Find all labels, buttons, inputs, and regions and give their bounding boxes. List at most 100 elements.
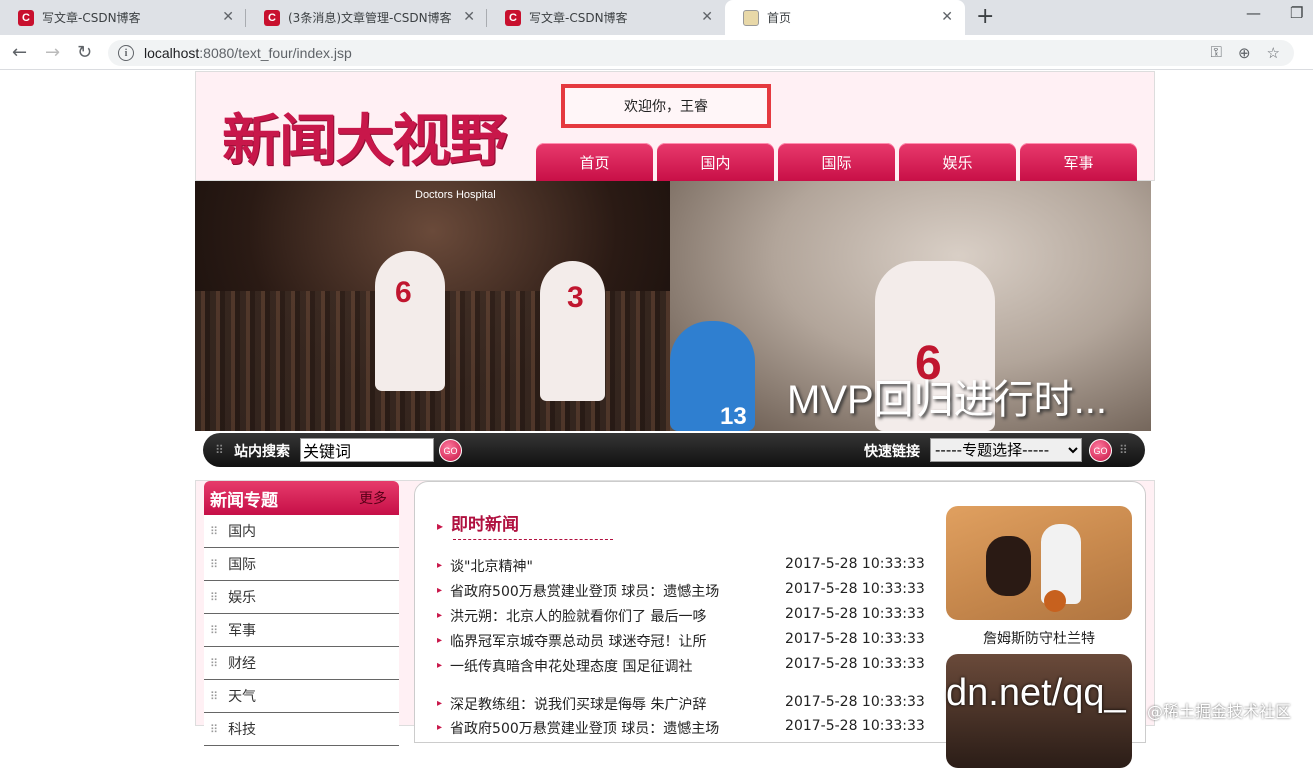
- topic-select[interactable]: -----专题选择-----: [930, 438, 1082, 462]
- news-date: 2017-5-28 10:33:33: [785, 656, 925, 672]
- quick-link-label: 快速链接: [864, 444, 920, 460]
- address-bar-row: ← → ↻ i localhost:8080/text_four/index.j…: [0, 35, 1313, 70]
- player-figure: [375, 251, 445, 391]
- news-item[interactable]: ▸ 洪元朔：北京人的脸就看你们了 最后一哆 2017-5-28 10:33:33: [437, 606, 927, 626]
- news-link[interactable]: 一纸传真暗含申花处理态度 国足征调社: [450, 656, 785, 676]
- back-icon[interactable]: ←: [12, 42, 27, 63]
- news-date: 2017-5-28 10:33:33: [785, 606, 925, 622]
- zoom-icon[interactable]: ⊕: [1238, 44, 1251, 62]
- close-icon[interactable]: ✕: [941, 9, 953, 25]
- browser-tab-2[interactable]: C (3条消息)文章管理-CSDN博客 ✕: [246, 0, 487, 35]
- sidebar-item-label: 国际: [228, 557, 257, 573]
- site-header: 新闻大视野 欢迎你，王睿 首页 国内 国际 娱乐 军事: [195, 71, 1155, 181]
- topic-sidebar: 新闻专题 更多 ⠿ 国内 ⠿ 国际 ⠿ 娱乐 ⠿ 军事 ⠿ 财经 ⠿ 天气 ⠿ 科技: [204, 481, 399, 746]
- news-photo[interactable]: [946, 506, 1132, 620]
- sidebar-item-label: 娱乐: [228, 590, 257, 606]
- arrow-icon: ▸: [437, 698, 443, 709]
- banner-caption: MVP回归进行时...: [787, 378, 1108, 422]
- sidebar-item-label: 财经: [228, 656, 257, 672]
- csdn-favicon-icon: C: [264, 9, 280, 26]
- key-icon[interactable]: ⚿: [1211, 44, 1222, 62]
- search-go-button[interactable]: GO: [439, 439, 462, 462]
- reload-icon[interactable]: ↻: [77, 42, 92, 63]
- browser-tab-active[interactable]: 首页 ✕: [725, 0, 965, 35]
- sidebar-item[interactable]: ⠿ 国际: [204, 548, 399, 581]
- news-item[interactable]: ▸ 省政府500万悬赏建业登顶 球员：遗憾主场 2017-5-28 10:33:33: [437, 581, 927, 601]
- news-link[interactable]: 省政府500万悬赏建业登顶 球员：遗憾主场: [450, 718, 785, 738]
- new-tab-icon[interactable]: +: [976, 4, 994, 29]
- news-item[interactable]: ▸ 深足教练组：说我们买球是侮辱 朱广沪辞 2017-5-28 10:33:33: [437, 694, 927, 714]
- close-icon[interactable]: ✕: [463, 9, 475, 25]
- news-date: 2017-5-28 10:33:33: [785, 581, 925, 597]
- sidebar-item[interactable]: ⠿ 财经: [204, 647, 399, 680]
- photo-caption: 詹姆斯防守杜兰特: [983, 631, 1095, 647]
- close-icon[interactable]: ✕: [701, 9, 713, 25]
- more-link[interactable]: 更多: [359, 488, 387, 508]
- restore-icon[interactable]: ❐: [1290, 4, 1303, 22]
- search-bar: ⠿ 站内搜索 GO 快速链接 -----专题选择----- GO ⠿: [203, 433, 1145, 467]
- jersey-number: 13: [720, 403, 747, 430]
- info-icon[interactable]: i: [118, 45, 134, 61]
- tab-title: 写文章-CSDN博客: [42, 11, 141, 25]
- jersey-number: 3: [567, 281, 584, 314]
- news-date: 2017-5-28 10:33:33: [785, 718, 925, 734]
- watermark-site: @稀土掘金技术社区: [1147, 702, 1292, 721]
- site-logo[interactable]: 新闻大视野: [222, 96, 508, 177]
- main-nav: 首页 国内 国际 娱乐 军事: [536, 143, 1137, 181]
- sidebar-item[interactable]: ⠿ 娱乐: [204, 581, 399, 614]
- csdn-favicon-icon: C: [505, 9, 521, 26]
- news-item[interactable]: ▸ 一纸传真暗含申花处理态度 国足征调社 2017-5-28 10:33:33: [437, 656, 927, 676]
- nav-item-home[interactable]: 首页: [536, 143, 653, 181]
- title-divider: [453, 539, 613, 540]
- nav-item-military[interactable]: 军事: [1020, 143, 1137, 181]
- browser-tab-1[interactable]: C 写文章-CSDN博客 ✕: [0, 0, 246, 35]
- news-item[interactable]: ▸ 省政府500万悬赏建业登顶 球员：遗憾主场 2017-5-28 10:33:33: [437, 718, 927, 738]
- sidebar-item[interactable]: ⠿ 天气: [204, 680, 399, 713]
- close-icon[interactable]: ✕: [222, 9, 234, 25]
- url-field[interactable]: i localhost:8080/text_four/index.jsp ⚿ ⊕…: [108, 40, 1294, 66]
- forward-icon[interactable]: →: [45, 42, 60, 63]
- news-date: 2017-5-28 10:33:33: [785, 556, 925, 572]
- hero-banner[interactable]: Doctors Hospital 6 3 6 13 MVP回归进行时...: [195, 181, 1151, 431]
- news-link[interactable]: 临界冠军京城夺票总动员 球迷夺冠！让所: [450, 631, 785, 651]
- grip-icon: ⠿: [210, 689, 219, 703]
- sidebar-item-label: 军事: [228, 623, 257, 639]
- sidebar-item-label: 国内: [228, 524, 257, 540]
- tab-title: 写文章-CSDN博客: [529, 11, 628, 25]
- search-label: 站内搜索: [234, 444, 290, 460]
- browser-tab-bar: C 写文章-CSDN博客 ✕ C (3条消息)文章管理-CSDN博客 ✕ C 写…: [0, 0, 1313, 35]
- news-link[interactable]: 深足教练组：说我们买球是侮辱 朱广沪辞: [450, 694, 785, 714]
- news-link[interactable]: 洪元朔：北京人的脸就看你们了 最后一哆: [450, 606, 785, 626]
- browser-tab-3[interactable]: C 写文章-CSDN博客 ✕: [487, 0, 725, 35]
- news-item[interactable]: ▸ 临界冠军京城夺票总动员 球迷夺冠！让所 2017-5-28 10:33:33: [437, 631, 927, 651]
- sidebar-header: 新闻专题 更多: [204, 481, 399, 515]
- minimize-icon[interactable]: —: [1246, 4, 1261, 22]
- nav-item-domestic[interactable]: 国内: [657, 143, 774, 181]
- grip-icon: ⠿: [210, 623, 219, 637]
- quick-link-go-button[interactable]: GO: [1089, 439, 1112, 462]
- sidebar-item[interactable]: ⠿ 军事: [204, 614, 399, 647]
- sidebar-item[interactable]: ⠿ 国内: [204, 515, 399, 548]
- grip-icon: ⠿: [1119, 443, 1128, 457]
- news-link[interactable]: 谈"北京精神": [450, 556, 785, 576]
- sidebar-title: 新闻专题: [210, 490, 278, 511]
- arrow-icon: ▸: [437, 560, 443, 571]
- news-link[interactable]: 省政府500万悬赏建业登顶 球员：遗憾主场: [450, 581, 785, 601]
- nav-item-entertainment[interactable]: 娱乐: [899, 143, 1016, 181]
- watermark-text: dn.net/qq_: [946, 672, 1126, 714]
- grip-icon: ⠿: [210, 656, 219, 670]
- news-page: 新闻大视野 欢迎你，王睿 首页 国内 国际 娱乐 军事 Doctors Hosp…: [195, 71, 1155, 768]
- nav-item-international[interactable]: 国际: [778, 143, 895, 181]
- arrow-icon: ▸: [437, 722, 443, 733]
- banner-photo-left: Doctors Hospital 6 3: [195, 181, 670, 431]
- news-title: 即时新闻: [437, 510, 519, 535]
- tab-title: 首页: [767, 11, 792, 25]
- arrow-icon: ▸: [437, 585, 443, 596]
- grip-icon: ⠿: [210, 557, 219, 571]
- image-favicon-icon: [743, 9, 759, 26]
- star-icon[interactable]: ☆: [1267, 44, 1280, 62]
- search-input[interactable]: [300, 438, 434, 462]
- jersey-number: 6: [395, 276, 412, 309]
- news-item[interactable]: ▸ 谈"北京精神" 2017-5-28 10:33:33: [437, 556, 927, 576]
- sidebar-item[interactable]: ⠿ 科技: [204, 713, 399, 746]
